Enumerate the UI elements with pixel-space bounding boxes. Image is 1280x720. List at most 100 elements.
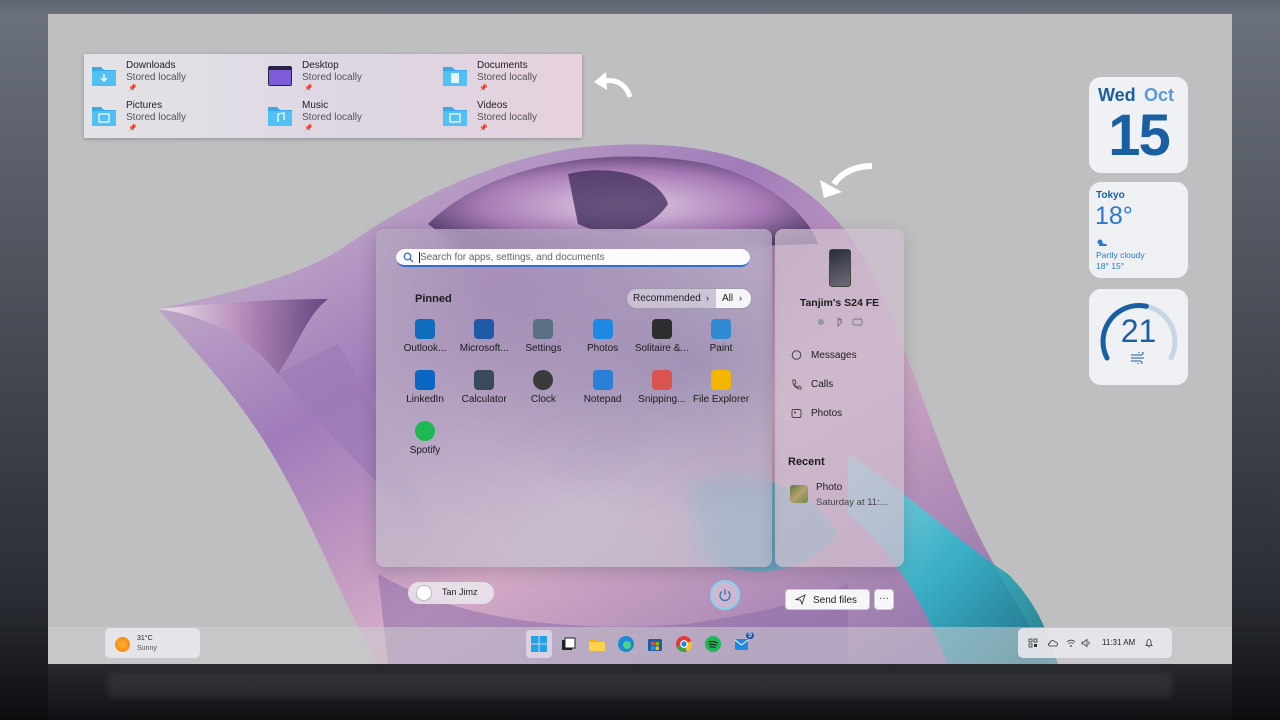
windows-logo-icon xyxy=(531,636,547,652)
user-account-button[interactable]: Tan Jimz xyxy=(408,582,494,604)
phone-photos-link[interactable]: Photos xyxy=(791,406,891,422)
file-explorer-icon xyxy=(589,639,605,651)
pinned-heading: Pinned xyxy=(415,293,452,305)
edge-browser-icon xyxy=(618,636,634,652)
task-view-button[interactable] xyxy=(555,630,581,658)
quick-access-desktop[interactable]: Desktop Stored locally 📌 xyxy=(260,58,430,94)
pinned-app-label: Settings xyxy=(525,343,562,354)
phone-status-icons xyxy=(818,317,863,327)
quick-access-documents[interactable]: Documents Stored locally 📌 xyxy=(435,58,605,94)
clock-icon xyxy=(533,370,554,390)
pinned-app-calculator[interactable]: Calculator xyxy=(455,370,513,414)
pinned-app-paint[interactable]: Paint xyxy=(692,319,750,363)
pinned-app-photos[interactable]: Photos xyxy=(574,319,632,363)
phone-device-image xyxy=(829,249,851,287)
linkedin-icon xyxy=(415,370,435,390)
quick-access-music[interactable]: Music Stored locally 📌 xyxy=(260,98,430,134)
search-input[interactable] xyxy=(420,249,740,265)
taskbar-weather[interactable]: 31°C Sunny xyxy=(105,628,200,658)
quick-access-panel: Downloads Stored locally 📌 Desktop Store… xyxy=(84,54,582,138)
pinned-app-outlook[interactable]: Outlook... xyxy=(396,319,454,363)
quick-access-videos[interactable]: Videos Stored locally 📌 xyxy=(435,98,605,134)
taskbar-weather-condition: Sunny xyxy=(137,645,157,652)
pinned-app-label: LinkedIn xyxy=(406,394,444,405)
folder-status: Stored locally xyxy=(126,72,187,83)
send-files-button[interactable]: Send files xyxy=(785,589,870,610)
pinned-app-solitaire[interactable]: Solitaire &... xyxy=(633,319,691,363)
wind-widget[interactable]: 21 xyxy=(1089,289,1188,385)
weather-widget[interactable]: Tokyo 18° Partly cloudy 18° 15° xyxy=(1089,182,1188,278)
phone-calls-link[interactable]: Calls xyxy=(791,377,891,393)
pin-icon: 📌 xyxy=(304,125,313,132)
folder-status: Stored locally xyxy=(302,72,363,83)
folder-name: Videos xyxy=(477,100,508,111)
pin-icon: 📌 xyxy=(128,85,137,92)
pinned-app-file-explorer[interactable]: File Explorer xyxy=(692,370,750,414)
store-taskbar-button[interactable] xyxy=(642,630,668,658)
chevron-right-icon: › xyxy=(706,293,709,303)
clock-time: 11:31 AM xyxy=(1102,638,1136,647)
downloads-folder-icon xyxy=(92,67,116,86)
phone-messages-link[interactable]: Messages xyxy=(791,348,891,364)
pin-icon: 📌 xyxy=(479,125,488,132)
qr-code-icon xyxy=(1028,638,1038,648)
wind-speed-value: 21 xyxy=(1120,313,1157,349)
file-explorer-taskbar-button[interactable] xyxy=(584,630,610,658)
system-tray[interactable]: 11:31 AM xyxy=(1018,628,1172,658)
taskbar-temperature: 31°C xyxy=(137,635,153,642)
pin-icon: 📌 xyxy=(304,85,313,92)
recent-item-title: Photo xyxy=(816,482,843,493)
start-menu: Pinned Recommended › All › Outlook... Micro… xyxy=(376,229,772,567)
start-button[interactable] xyxy=(526,630,552,658)
more-options-button[interactable]: ··· xyxy=(874,589,894,610)
pin-icon: 📌 xyxy=(479,85,488,92)
user-name: Tan Jimz xyxy=(442,587,478,597)
date-widget[interactable]: Wed Oct 15 xyxy=(1089,77,1188,173)
folder-status: Stored locally xyxy=(126,112,187,123)
pinned-app-snipping-tool[interactable]: Snipping... xyxy=(633,370,691,414)
folder-name: Pictures xyxy=(126,100,163,111)
pinned-app-label: Snipping... xyxy=(638,394,686,405)
folder-name: Music xyxy=(302,100,329,111)
curved-arrow-icon xyxy=(594,72,632,98)
notepad-icon xyxy=(592,370,613,390)
spotify-taskbar-button[interactable] xyxy=(700,630,726,658)
pinned-app-label: Photos xyxy=(587,343,619,354)
recommended-button[interactable]: Recommended › xyxy=(627,289,716,308)
pinned-app-spotify[interactable]: Spotify xyxy=(396,421,454,465)
photos-icon xyxy=(592,319,613,339)
pinned-app-clock[interactable]: Clock xyxy=(514,370,572,414)
folder-name: Documents xyxy=(477,60,528,71)
search-box[interactable] xyxy=(396,249,750,267)
photo-thumbnail xyxy=(790,485,808,503)
folder-name: Desktop xyxy=(302,60,339,71)
pinned-app-label: Spotify xyxy=(409,445,441,456)
videos-folder-icon xyxy=(443,107,467,126)
pinned-app-microsoft-store[interactable]: Microsoft... xyxy=(455,319,513,363)
pinned-app-settings-gear[interactable]: Settings xyxy=(514,319,572,363)
spotify-icon xyxy=(415,421,435,441)
phone-link-panel: Tanjim's S24 FE Messages Calls Photos Re… xyxy=(775,229,904,567)
chevron-right-icon: › xyxy=(739,293,742,303)
power-button[interactable] xyxy=(710,580,740,610)
all-apps-button[interactable]: All › xyxy=(716,289,751,308)
phone-link-label: Calls xyxy=(811,379,834,390)
chrome-taskbar-button[interactable] xyxy=(671,630,697,658)
edge-taskbar-button[interactable] xyxy=(613,630,639,658)
screen-reflection xyxy=(48,664,1232,720)
chrome-browser-icon xyxy=(676,636,693,653)
desktop-screen: Downloads Stored locally 📌 Desktop Store… xyxy=(48,14,1232,664)
recommended-all-toggle: Recommended › All › xyxy=(626,288,752,309)
quick-access-downloads[interactable]: Downloads Stored locally 📌 xyxy=(84,58,254,94)
date-number: 15 xyxy=(1108,103,1171,168)
mail-badge: 9 xyxy=(746,632,754,639)
pinned-app-label: Solitaire &... xyxy=(634,343,689,354)
recommended-label: Recommended xyxy=(633,293,701,304)
settings-gear-icon xyxy=(533,319,554,339)
music-folder-icon xyxy=(268,107,292,126)
pinned-app-linkedin[interactable]: LinkedIn xyxy=(396,370,454,414)
microsoft-store-icon xyxy=(474,319,495,339)
quick-access-pictures[interactable]: Pictures Stored locally 📌 xyxy=(84,98,254,134)
mail-taskbar-button[interactable]: 9 xyxy=(729,630,755,658)
pinned-app-notepad[interactable]: Notepad xyxy=(574,370,632,414)
